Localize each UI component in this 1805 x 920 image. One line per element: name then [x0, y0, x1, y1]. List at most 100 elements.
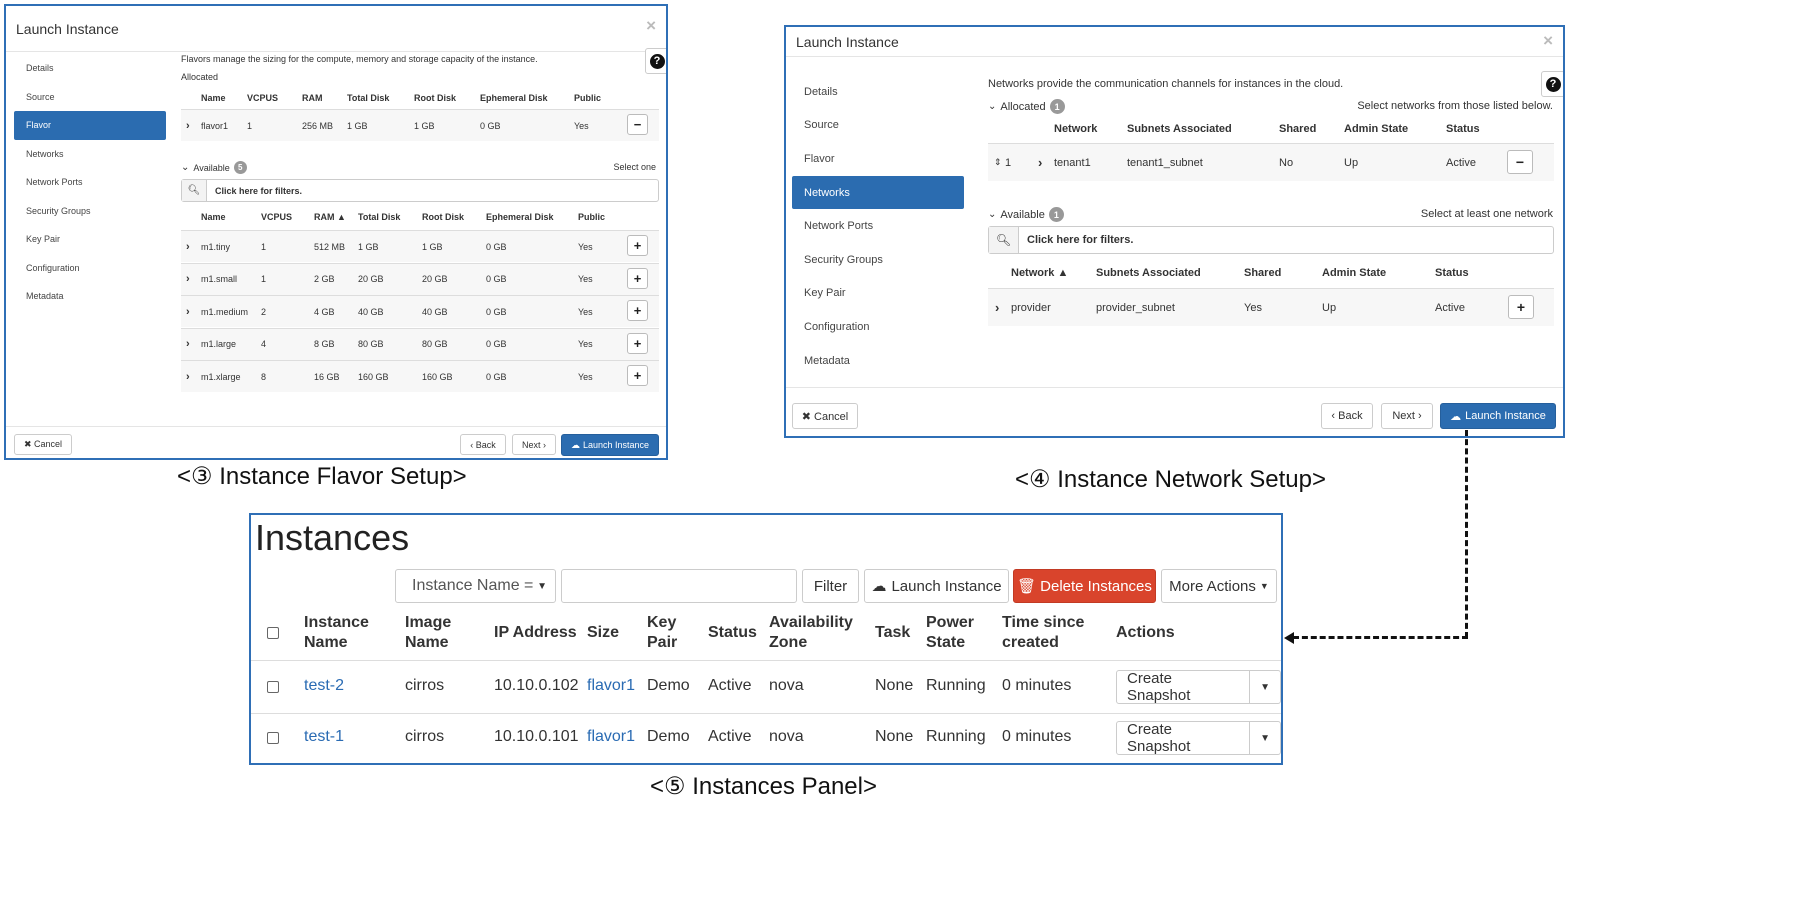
chevron-right-icon[interactable]: › — [186, 120, 190, 132]
more-actions-button[interactable]: More Actions ▼ — [1161, 569, 1277, 603]
table-cell: 1 — [261, 274, 267, 284]
create-snapshot-button[interactable]: Create Snapshot — [1117, 670, 1251, 704]
chevron-right-icon[interactable]: › — [186, 306, 190, 318]
nav-item-flavor[interactable]: Flavor — [14, 111, 166, 140]
close-icon[interactable]: × — [646, 16, 656, 36]
remove-network-button[interactable]: − — [1507, 150, 1533, 174]
table-row[interactable]: ⇕ 1 tenant1 tenant1_subnet No Up Active › — [988, 143, 1554, 181]
chevron-right-icon[interactable]: › — [186, 241, 190, 253]
table-cell: 160 GB — [422, 371, 453, 382]
chevron-right-icon[interactable]: › — [186, 273, 190, 285]
section-description: Flavors manage the sizing for the comput… — [181, 54, 538, 64]
caret-down-icon[interactable]: ▼ — [1250, 671, 1280, 703]
nav-item-security-groups[interactable]: Security Groups — [14, 197, 166, 226]
column-header[interactable]: RAM ▲ — [314, 212, 346, 222]
column-header: Total Disk — [347, 93, 390, 103]
nav-item-source[interactable]: Source — [14, 83, 166, 112]
filter-placeholder: Click here for filters. — [215, 185, 303, 196]
add-flavor-button[interactable]: + — [627, 267, 648, 289]
help-button[interactable]: ? — [645, 48, 666, 74]
chevron-down-icon[interactable]: ⌄ — [181, 162, 189, 173]
table-row[interactable]: › m1.small 1 2 GB 20 GB 20 GB 0 GB Yes — [181, 262, 659, 295]
nav-item-network-ports[interactable]: Network Ports — [792, 209, 964, 243]
cancel-button[interactable]: ✖ Cancel — [792, 403, 858, 429]
add-flavor-button[interactable]: + — [627, 365, 648, 386]
chevron-down-icon[interactable]: ⌄ — [988, 209, 996, 220]
table-row[interactable]: › m1.tiny 1 512 MB 1 GB 1 GB 0 GB Yes — [181, 230, 659, 262]
help-button[interactable]: ? — [1541, 71, 1563, 97]
filter-input[interactable] — [561, 569, 797, 603]
chevron-right-icon[interactable]: › — [1038, 155, 1042, 170]
table-cell: 0 GB — [486, 306, 507, 317]
filter-bar[interactable]: 🔍︎ Click here for filters. — [181, 179, 659, 202]
cell-size[interactable]: flavor1 — [587, 728, 635, 746]
cell-power: Running — [926, 728, 986, 745]
add-network-button[interactable]: + — [1508, 295, 1534, 319]
filter-button[interactable]: Filter — [802, 569, 859, 603]
nav-item-metadata[interactable]: Metadata — [792, 344, 964, 378]
allocated-count-badge: 1 — [1049, 99, 1065, 114]
launch-instance-button[interactable]: ☁ Launch Instance — [561, 434, 659, 456]
remove-flavor-button[interactable]: − — [627, 114, 648, 135]
delete-instances-button[interactable]: 🗑︎ Delete Instances — [1013, 569, 1156, 603]
cancel-button[interactable]: ✖ Cancel — [14, 434, 72, 455]
nav-item-key-pair[interactable]: Key Pair — [792, 277, 964, 311]
next-button[interactable]: Next › — [1381, 403, 1433, 429]
table-cell: provider — [1011, 301, 1051, 314]
search-icon: 🔍︎ — [182, 180, 207, 201]
nav-item-source[interactable]: Source — [792, 109, 964, 143]
nav-item-networks[interactable]: Networks — [14, 140, 166, 169]
launch-instance-button[interactable]: ☁ Launch Instance — [864, 569, 1009, 603]
available-count-badge: 1 — [1048, 207, 1064, 222]
cell-name[interactable]: test-1 — [304, 728, 344, 746]
nav-item-configuration[interactable]: Configuration — [792, 310, 964, 344]
header-line: Image — [405, 614, 452, 631]
nav-item-details[interactable]: Details — [14, 54, 166, 83]
nav-item-networks[interactable]: Networks — [792, 175, 964, 210]
nav-item-flavor[interactable]: Flavor — [792, 142, 964, 176]
col-instance-name: Instance Name — [304, 613, 369, 653]
chevron-right-icon[interactable]: › — [186, 371, 190, 383]
table-row[interactable]: › m1.large 4 8 GB 80 GB 80 GB 0 GB Yes — [181, 327, 659, 360]
table-row[interactable]: › flavor1 1 256 MB 1 GB 1 GB 0 GB Yes — [181, 109, 659, 141]
add-flavor-button[interactable]: + — [627, 332, 648, 354]
filter-bar[interactable]: 🔍︎ Click here for filters. — [988, 226, 1554, 254]
back-button[interactable]: ‹ Back — [460, 434, 506, 455]
filter-field-select[interactable]: Instance Name = ▼ — [395, 569, 556, 603]
launch-instance-button[interactable]: ☁ Launch Instance — [1440, 403, 1556, 429]
network-caption: <④ Instance Network Setup> — [1015, 466, 1327, 493]
select-all-checkbox[interactable] — [267, 627, 279, 639]
nav-item-network-ports[interactable]: Network Ports — [14, 168, 166, 197]
chevron-right-icon[interactable]: › — [995, 300, 999, 315]
table-row[interactable]: › provider provider_subnet Yes Up Active — [988, 288, 1554, 326]
section-description: Networks provide the communication chann… — [988, 78, 1344, 90]
create-snapshot-button[interactable]: Create Snapshot — [1117, 721, 1251, 755]
nav-item-details[interactable]: Details — [792, 75, 964, 109]
connector-line — [1293, 636, 1468, 639]
available-label-text: Available — [1000, 208, 1045, 221]
add-flavor-button[interactable]: + — [627, 235, 648, 256]
caret-down-icon[interactable]: ▼ — [1250, 722, 1280, 754]
delete-label: Delete Instances — [1040, 577, 1152, 595]
nav-item-key-pair[interactable]: Key Pair — [14, 225, 166, 254]
cell-size[interactable]: flavor1 — [587, 677, 635, 695]
chevron-right-icon[interactable]: › — [186, 338, 190, 350]
back-button[interactable]: ‹ Back — [1321, 403, 1373, 429]
add-flavor-button[interactable]: + — [627, 300, 648, 321]
nav-item-metadata[interactable]: Metadata — [14, 282, 166, 311]
drag-handle-icon[interactable]: ⇕ — [994, 157, 1002, 168]
col-status: Status — [708, 624, 757, 641]
table-cell: 0 GB — [480, 120, 501, 131]
row-checkbox[interactable] — [267, 732, 279, 744]
nav-item-configuration[interactable]: Configuration — [14, 254, 166, 283]
column-header[interactable]: Network ▲ — [1011, 267, 1068, 279]
allocated-table-header: Network Subnets Associated Shared Admin Sta… — [988, 119, 1554, 139]
close-icon[interactable]: × — [1543, 31, 1553, 51]
table-row[interactable]: › m1.xlarge 8 16 GB 160 GB 160 GB 0 GB Yes — [181, 360, 659, 392]
table-row[interactable]: › m1.medium 2 4 GB 40 GB 40 GB 0 GB Yes — [181, 295, 659, 327]
chevron-down-icon[interactable]: ⌄ — [988, 101, 996, 112]
nav-item-security-groups[interactable]: Security Groups — [792, 243, 964, 277]
cell-name[interactable]: test-2 — [304, 677, 344, 695]
row-checkbox[interactable] — [267, 681, 279, 693]
next-button[interactable]: Next › — [512, 434, 556, 455]
